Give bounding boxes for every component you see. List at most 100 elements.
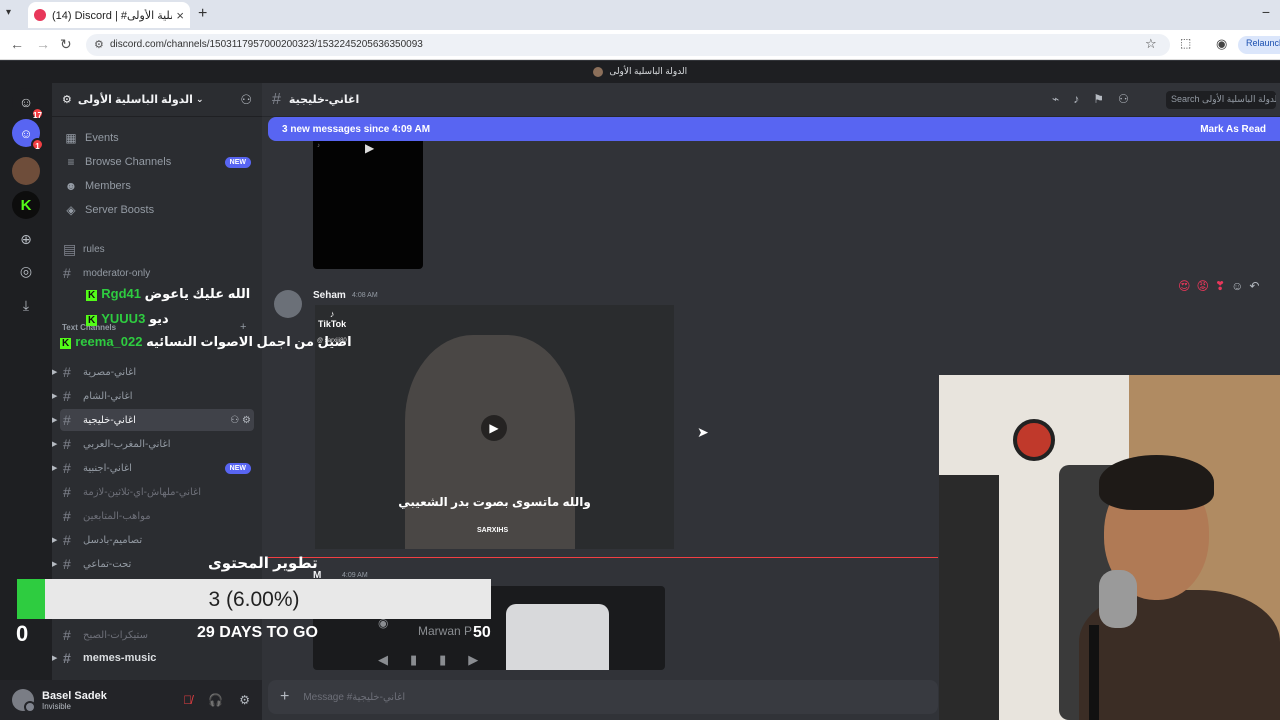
message-timestamp: 4:09 AM xyxy=(342,572,368,579)
message-author[interactable]: Seham xyxy=(313,290,346,301)
channel-item[interactable]: ▶ # اغاني-المغرب-العربي xyxy=(52,433,254,455)
mouse-cursor-icon: ➤ xyxy=(697,424,709,440)
search-input[interactable]: Search الدولة الباسلية الأولى xyxy=(1166,91,1276,109)
user-settings-gear-icon[interactable]: ⚙ xyxy=(239,693,250,707)
mic-arm xyxy=(1089,625,1099,720)
video-frame xyxy=(405,335,575,549)
reaction-heart-eyes-icon[interactable]: 😍 xyxy=(1178,279,1197,293)
home-badge: 17 xyxy=(31,107,44,120)
new-tab-plus-icon[interactable]: + xyxy=(198,5,207,23)
add-server-icon[interactable]: ⊕ xyxy=(12,231,40,251)
avatar[interactable] xyxy=(274,290,302,318)
add-reaction-icon[interactable]: ☺ xyxy=(1231,279,1249,293)
hash-icon: # xyxy=(63,388,71,404)
back-arrow-icon[interactable]: ← xyxy=(10,36,24,52)
header-action-icons[interactable]: ⌁♪⚑⚇ xyxy=(1052,92,1143,106)
channel-rules[interactable]: ▤ rules xyxy=(60,238,254,260)
attach-plus-icon[interactable]: + xyxy=(280,688,289,706)
overlay-message: ديو xyxy=(148,311,169,326)
profile-icon[interactable]: ◉ xyxy=(1216,36,1227,52)
avatar[interactable] xyxy=(12,689,36,713)
nav-members[interactable]: ☻ Members xyxy=(60,175,254,197)
new-messages-bar[interactable]: 3 new messages since 4:09 AM Mark As Rea… xyxy=(268,117,1280,141)
channel-moderator-only[interactable]: # moderator-only xyxy=(60,262,254,284)
hash-icon: # xyxy=(63,412,71,428)
expand-arrow-icon: ▶ xyxy=(52,537,58,544)
mic-muted-icon[interactable]: 🎙̸ xyxy=(183,693,192,707)
discover-icon[interactable]: ◎ xyxy=(12,263,40,283)
tiktok-brand: TikTok xyxy=(318,319,347,329)
reaction-heart-icon[interactable]: ❣ xyxy=(1215,279,1231,293)
headphones-icon[interactable]: 🎧 xyxy=(208,693,223,707)
channel-item[interactable]: # مواهب-المتابعين xyxy=(60,505,254,527)
download-icon[interactable]: ⤓ xyxy=(12,297,40,317)
user-name: Basel Sadek xyxy=(42,689,107,702)
hash-icon: # xyxy=(63,460,71,476)
overlay-username: YUUU3 xyxy=(101,311,146,326)
channel-label: rules xyxy=(83,243,105,255)
nav-events[interactable]: ▦ Events xyxy=(60,127,254,149)
channel-settings-icons[interactable]: ⚇ ⚙ xyxy=(230,415,251,426)
channel-item[interactable]: ▶ # اغاني-اجنبية NEW xyxy=(52,457,254,479)
channel-title: اغاني-خليجية xyxy=(288,94,360,106)
channel-item[interactable]: ▶ # اغاني-مصرية xyxy=(52,361,254,383)
site-settings-icon[interactable]: ⚙ xyxy=(94,38,104,51)
extensions-icon[interactable]: ⬚ xyxy=(1180,36,1191,50)
minimize-window-icon[interactable]: − xyxy=(1262,4,1270,20)
invite-people-icon[interactable]: ⚇ xyxy=(240,92,252,108)
expand-arrow-icon: ▶ xyxy=(52,369,58,376)
discord-title-strip: الدولة الباسلية الأولى xyxy=(0,61,1280,83)
hash-icon: # xyxy=(63,650,71,666)
webcam-person-hair xyxy=(1099,455,1214,510)
channel-item[interactable]: ▶ # اغاني-الشام xyxy=(52,385,254,407)
channel-item[interactable]: # اغاني-ملهاش-اي-ثلاثين-لازمة xyxy=(60,481,254,503)
message-input[interactable] xyxy=(303,691,864,703)
tab-search-chevron-icon[interactable]: ▾ xyxy=(6,7,11,18)
browser-toolbar: ← → ↻ ⚙ discord.com/channels/15031179570… xyxy=(0,30,1280,60)
create-channel-plus-icon[interactable]: + xyxy=(240,321,246,333)
window-title: الدولة الباسلية الأولى xyxy=(609,66,688,76)
message-reaction-bar[interactable]: 😍😡❣☺↶ xyxy=(1178,279,1265,293)
user-status: Invisible xyxy=(42,701,71,711)
channel-label: اغاني-خليجية xyxy=(83,414,136,426)
reaction-angry-icon[interactable]: 😡 xyxy=(1197,279,1216,293)
dartboard-icon xyxy=(1013,419,1055,461)
reply-icon[interactable]: ↶ xyxy=(1249,279,1265,293)
browser-tab[interactable]: (14) Discord | #اغاني-خليجية | الدولة ال… xyxy=(28,2,190,28)
direct-message-avatar[interactable]: ☺ 1 xyxy=(12,119,44,151)
url-text: discord.com/channels/1503117957000200323… xyxy=(110,39,423,50)
video-embed[interactable]: ♪ ▶ xyxy=(313,141,423,269)
forward-arrow-icon[interactable]: → xyxy=(36,36,50,52)
goal-start-value: 0 xyxy=(16,621,29,646)
playback-controls-icon[interactable]: ◀▮▮▶ xyxy=(378,652,500,668)
tiktok-video-embed[interactable]: ♪ TikTok @ sarxiii80 ▶ والله ماتسوى بصوت … xyxy=(315,305,674,549)
reload-icon[interactable]: ↻ xyxy=(60,36,72,53)
play-icon[interactable]: ▶ xyxy=(365,141,374,155)
overlay-username: Rgd41 xyxy=(101,286,141,301)
channel-label: اغاني-اجنبية xyxy=(83,462,132,474)
channel-item[interactable]: ▶ # تصاميم-بادسل xyxy=(52,529,254,551)
address-bar[interactable]: ⚙ discord.com/channels/15031179570002003… xyxy=(86,34,1170,56)
server-name: الدولة الباسلية الأولى xyxy=(77,94,193,106)
kick-badge-icon: K xyxy=(86,290,98,301)
channel-item[interactable]: ▶ # memes-music xyxy=(52,647,254,669)
channel-item-active[interactable]: ▶ # اغاني-خليجية ⚇ ⚙ xyxy=(52,409,254,431)
nav-label: Server Boosts xyxy=(85,204,155,216)
new-badge: NEW xyxy=(224,462,251,474)
server-avatar[interactable] xyxy=(12,157,40,185)
members-icon: ☻ xyxy=(64,179,78,193)
expand-arrow-icon: ▶ xyxy=(52,561,58,568)
kick-server-icon[interactable]: K xyxy=(12,191,40,219)
nav-browse-channels[interactable]: ≡ Browse Channels NEW xyxy=(60,151,254,173)
play-icon[interactable]: ▶ xyxy=(481,415,507,441)
bookmark-star-icon[interactable]: ☆ xyxy=(1145,36,1157,52)
chevron-down-icon: ⌄ xyxy=(195,94,204,104)
channel-label: تصاميم-بادسل xyxy=(83,534,143,546)
hash-icon: # xyxy=(272,90,281,108)
relaunch-button[interactable]: Relaunch xyxy=(1238,36,1280,54)
close-tab-icon[interactable]: × xyxy=(176,8,184,23)
nav-server-boosts[interactable]: ◈ Server Boosts xyxy=(60,199,254,221)
mark-as-read-button[interactable]: Mark As Read xyxy=(1200,124,1266,135)
discord-home-icon[interactable]: ☺ 17 xyxy=(12,88,44,120)
server-header[interactable]: ⚙ الدولة الباسلية الأولى ⌄ ⚇ xyxy=(52,83,262,117)
